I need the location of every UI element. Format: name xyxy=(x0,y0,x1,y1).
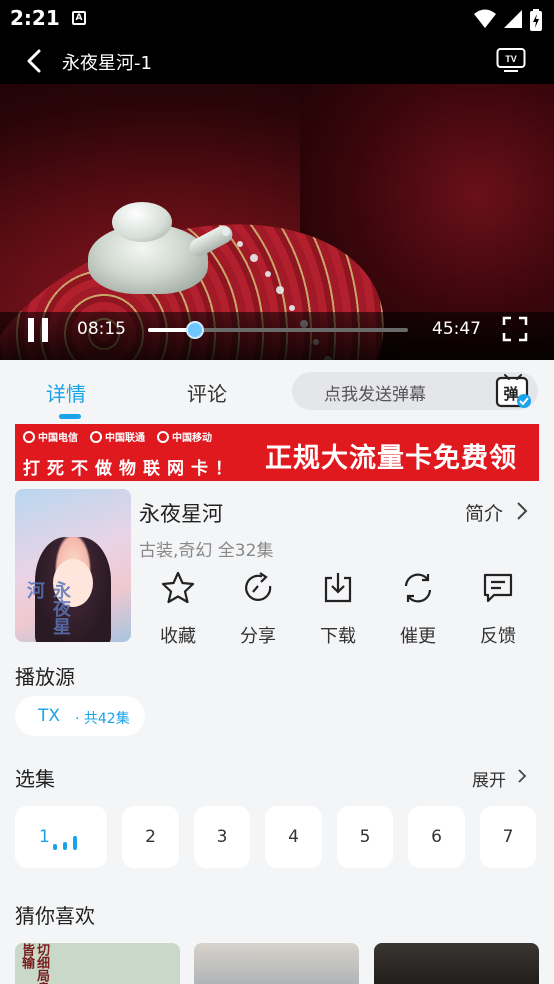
episode-button-2[interactable]: 2 xyxy=(122,806,179,868)
show-title: 永夜星河 xyxy=(139,502,223,526)
carrier-unicom: 中国联通 xyxy=(90,429,145,444)
star-icon xyxy=(161,571,195,604)
recommend-card[interactable] xyxy=(194,943,359,984)
signal-icon xyxy=(504,10,522,28)
feedback-label: 反馈 xyxy=(480,626,516,647)
carrier-logos: 中国电信 中国联通 中国移动 xyxy=(23,429,212,444)
source-section-title: 播放源 xyxy=(15,665,75,689)
episodes-section-title: 选集 xyxy=(15,767,55,791)
poster-title-text: 永夜星河 xyxy=(24,581,71,635)
tab-comments[interactable]: 评论 xyxy=(187,378,227,407)
refresh-icon xyxy=(404,573,432,603)
carrier-telecom: 中国电信 xyxy=(23,429,78,444)
feedback-button[interactable]: 反馈 xyxy=(458,570,538,648)
episode-button-5[interactable]: 5 xyxy=(337,806,393,868)
recommend-section-title: 猜你喜欢 xyxy=(15,904,95,928)
status-bar: 2:21 A xyxy=(0,0,554,38)
show-meta: 古装,奇幻 全32集 xyxy=(139,541,274,561)
episode-button-6[interactable]: 6 xyxy=(408,806,465,868)
favorite-label: 收藏 xyxy=(160,626,196,647)
show-poster[interactable]: 永夜星河 xyxy=(15,489,131,642)
page-title: 永夜星河-1 xyxy=(62,53,152,74)
ad-headline: 正规大流量卡免费领 xyxy=(265,443,517,474)
ad-banner[interactable]: 中国电信 中国联通 中国移动 打死不做物联网卡！ 正规大流量卡免费领 xyxy=(15,424,539,481)
episode-label: 1 xyxy=(39,827,50,847)
download-icon xyxy=(324,573,352,603)
tv-cast-icon[interactable]: TV xyxy=(496,46,526,74)
urge-update-button[interactable]: 催更 xyxy=(378,570,458,648)
tab-indicator xyxy=(59,414,81,419)
source-episode-count: · 共42集 xyxy=(75,711,130,727)
back-icon[interactable] xyxy=(22,48,48,74)
battery-icon xyxy=(530,9,542,31)
download-label: 下载 xyxy=(320,626,356,647)
action-row: 收藏 分享 下载 催更 反馈 xyxy=(138,570,538,647)
urge-update-label: 催更 xyxy=(400,626,436,647)
danmaku-placeholder: 点我发送弹幕 xyxy=(324,385,426,405)
danmaku-icon[interactable]: 弹 xyxy=(494,372,532,410)
tab-details[interactable]: 详情 xyxy=(46,378,86,407)
status-time: 2:21 xyxy=(10,6,60,30)
danmaku-input[interactable]: 点我发送弹幕 弹 xyxy=(292,372,538,410)
notification-icon: A xyxy=(72,11,86,25)
download-button[interactable]: 下载 xyxy=(298,570,378,648)
episode-list: 1 2 3 4 5 6 7 xyxy=(15,806,545,868)
detail-tabs: 详情 评论 点我发送弹幕 弹 xyxy=(0,360,554,420)
player-controls: 08:15 45:47 xyxy=(0,312,554,360)
top-bar: 永夜星河-1 TV xyxy=(0,38,554,84)
pause-button[interactable] xyxy=(28,318,50,342)
chevron-right-icon[interactable] xyxy=(514,501,530,521)
episode-button-4[interactable]: 4 xyxy=(265,806,322,868)
recommend-card[interactable]: 切细局盘皆输 xyxy=(15,943,180,984)
chevron-right-icon[interactable] xyxy=(516,768,528,784)
recommend-card-art: 切细局盘皆输 xyxy=(19,943,49,984)
share-button[interactable]: 分享 xyxy=(218,570,298,648)
video-teapot-lid xyxy=(112,202,172,242)
total-time: 45:47 xyxy=(432,319,481,339)
feedback-icon xyxy=(483,573,513,603)
source-name: TX xyxy=(38,706,61,726)
tv-icon-label: TV xyxy=(505,54,517,64)
source-chip-tx[interactable]: TX · 共42集 xyxy=(15,696,145,736)
danmaku-icon-label: 弹 xyxy=(503,385,518,403)
expand-link[interactable]: 展开 xyxy=(472,766,506,791)
intro-link[interactable]: 简介 xyxy=(465,499,503,526)
favorite-button[interactable]: 收藏 xyxy=(138,570,218,648)
episode-button-1[interactable]: 1 xyxy=(15,806,107,868)
system-icons xyxy=(474,9,542,31)
recommend-card[interactable] xyxy=(374,943,539,984)
seek-bar-handle[interactable] xyxy=(185,321,204,339)
share-icon xyxy=(245,572,272,601)
fullscreen-icon[interactable] xyxy=(502,316,528,342)
current-time: 08:15 xyxy=(77,319,126,339)
playing-indicator-icon xyxy=(53,836,77,850)
carrier-mobile: 中国移动 xyxy=(157,429,212,444)
share-label: 分享 xyxy=(240,626,276,647)
seek-bar[interactable] xyxy=(148,321,408,339)
episode-button-7[interactable]: 7 xyxy=(480,806,536,868)
episode-button-3[interactable]: 3 xyxy=(194,806,250,868)
wifi-icon xyxy=(474,9,496,28)
ad-slogan: 打死不做物联网卡！ xyxy=(23,459,239,479)
